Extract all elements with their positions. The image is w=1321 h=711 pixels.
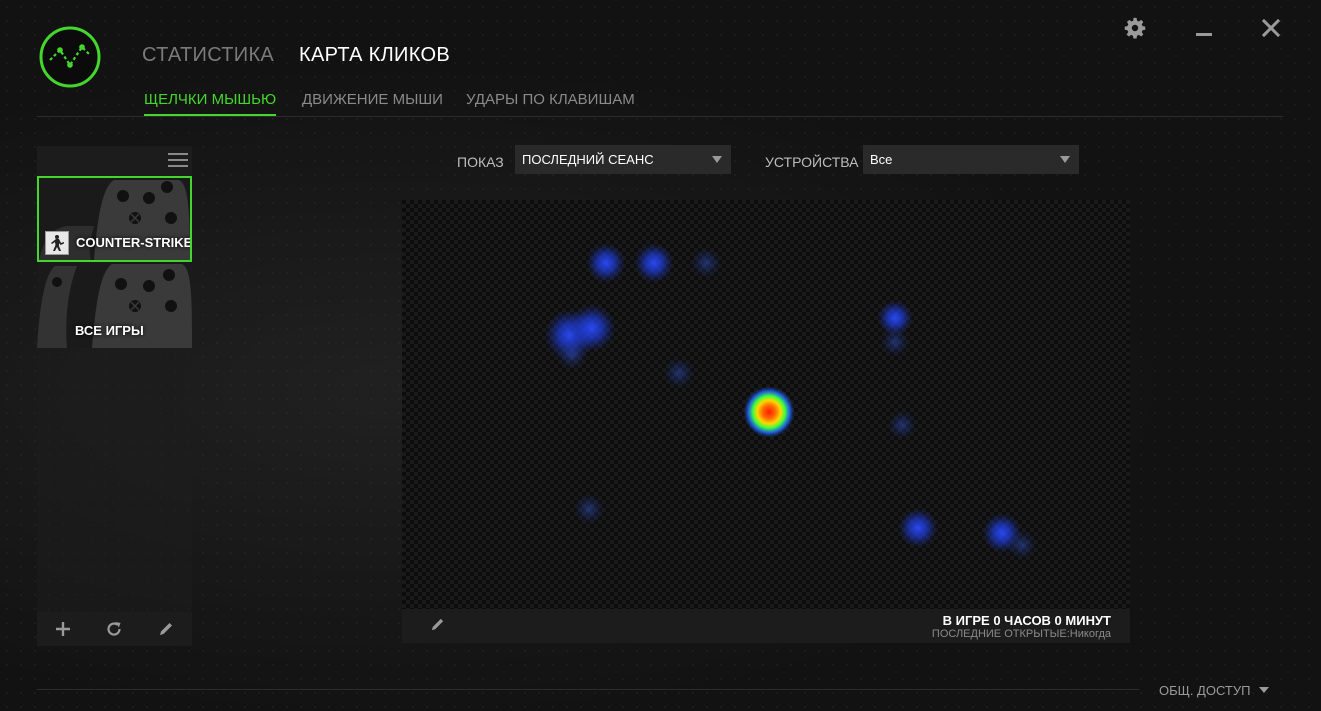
games-panel-footer [37, 612, 192, 646]
heat-spot [898, 508, 938, 548]
refresh-button[interactable] [100, 615, 128, 643]
counter-strike-icon [45, 231, 69, 255]
app-window: СТАТИСТИКА КАРТА КЛИКОВ ЩЕЛЧКИ МЫШЬЮ ДВИ… [0, 0, 1321, 711]
footer-divider [37, 689, 1139, 690]
settings-button[interactable] [1121, 14, 1149, 42]
game-card-counter-strike[interactable]: COUNTER-STRIKE [37, 176, 192, 262]
heat-spot [1007, 530, 1037, 560]
share-label: ОБЩ. ДОСТУП [1159, 683, 1251, 698]
subtab-keystrokes[interactable]: УДАРЫ ПО КЛАВИШАМ [466, 91, 635, 114]
game-card-label: COUNTER-STRIKE [76, 235, 192, 250]
games-panel-header [37, 146, 192, 176]
devices-value: Все [870, 152, 893, 167]
gear-icon [1124, 17, 1146, 39]
minimize-icon [1196, 33, 1212, 36]
in-game-time: В ИГРЕ 0 ЧАСОВ 0 МИНУТ [942, 613, 1111, 628]
heat-spot-hot [743, 386, 795, 438]
edit-game-button[interactable] [152, 615, 180, 643]
heat-spot [573, 493, 605, 525]
games-panel: COUNTER-STRIKE ВСЕ ИГРЫ [37, 146, 192, 646]
hamburger-line [168, 165, 188, 167]
plus-icon [55, 622, 70, 636]
heat-spot [663, 357, 695, 389]
last-opened: ПОСЛЕДНИЕ ОТКРЫТЫЕ:Никогда [931, 628, 1111, 640]
subtab-mouse-clicks[interactable]: ЩЕЛЧКИ МЫШЬЮ [144, 91, 277, 117]
game-card-label: ВСЕ ИГРЫ [75, 323, 144, 338]
pencil-icon [431, 618, 444, 631]
razer-stats-logo-icon [39, 26, 101, 88]
devices-filter-label: УСТРОЙСТВА [765, 154, 859, 170]
heat-spot [634, 243, 674, 283]
click-heatmap [402, 200, 1130, 609]
chevron-down-icon [1259, 687, 1270, 693]
panel-menu-button[interactable] [168, 153, 188, 169]
chevron-down-icon [712, 156, 722, 163]
heat-spot [887, 410, 917, 440]
add-game-button[interactable] [49, 615, 77, 643]
show-period-dropdown[interactable]: ПОСЛЕДНИЙ СЕАНС [515, 145, 731, 174]
heat-spot [586, 243, 626, 283]
heatmap-footer: В ИГРЕ 0 ЧАСОВ 0 МИНУТ ПОСЛЕДНИЕ ОТКРЫТЫ… [402, 609, 1130, 643]
game-card-all-games[interactable]: ВСЕ ИГРЫ [37, 262, 192, 348]
heat-spot [880, 327, 910, 357]
tab-heatmap[interactable]: КАРТА КЛИКОВ [299, 44, 450, 67]
heat-spot [690, 247, 722, 279]
subtab-mouse-movement[interactable]: ДВИЖЕНИЕ МЫШИ [302, 91, 443, 114]
minimize-button[interactable] [1190, 14, 1218, 42]
heatmap-overlay [544, 243, 1037, 560]
soldier-silhouette-icon [51, 235, 64, 251]
devices-dropdown[interactable]: Все [863, 145, 1079, 174]
show-filter-label: ПОКАЗ [457, 154, 504, 170]
close-button[interactable] [1257, 14, 1285, 42]
close-icon [1262, 19, 1280, 37]
show-period-value: ПОСЛЕДНИЙ СЕАНС [522, 152, 654, 167]
tab-statistics[interactable]: СТАТИСТИКА [142, 44, 274, 67]
share-dropdown[interactable]: ОБЩ. ДОСТУП [1159, 683, 1270, 698]
edit-heatmap-button[interactable] [430, 617, 445, 637]
hamburger-menu-icon [168, 153, 188, 155]
pencil-icon [160, 623, 173, 635]
hamburger-line [168, 159, 188, 161]
refresh-icon [107, 622, 122, 636]
header-divider [37, 116, 1283, 117]
chevron-down-icon [1060, 156, 1070, 163]
heat-spot [556, 339, 588, 371]
